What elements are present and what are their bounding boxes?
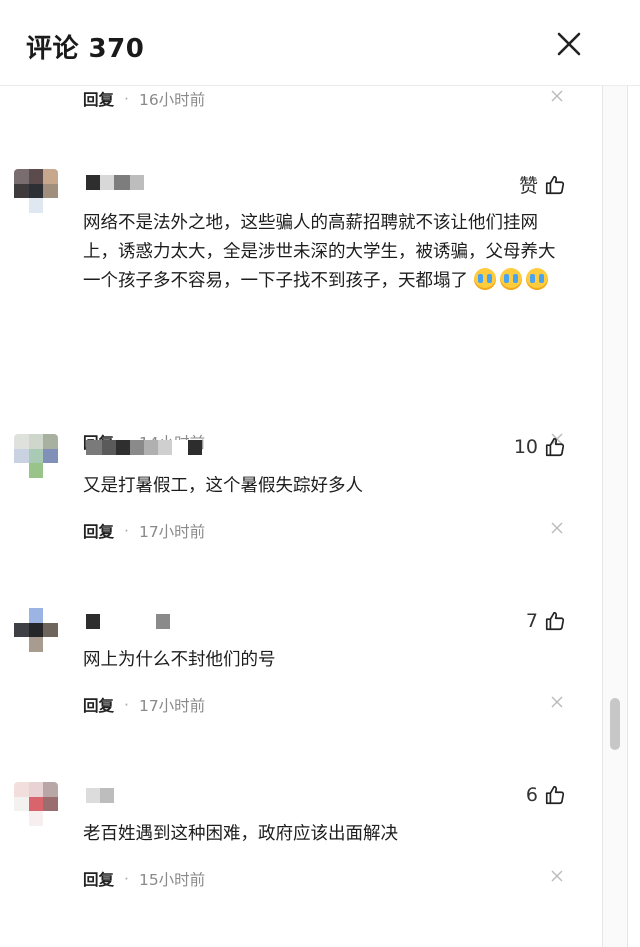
thumbs-up-icon bbox=[545, 175, 565, 194]
scrollbar-thumb[interactable] bbox=[610, 698, 620, 750]
like-button[interactable]: 赞 bbox=[519, 171, 566, 198]
crying-face-icon bbox=[473, 268, 496, 290]
comment-meta: 回复 · 15小时前 bbox=[83, 868, 563, 890]
username[interactable] bbox=[86, 614, 170, 629]
comment-time: 17小时前 bbox=[138, 697, 206, 715]
comments-title: 评论 370 bbox=[26, 34, 145, 64]
thumbs-up-icon bbox=[545, 437, 565, 457]
reply-button[interactable]: 回复 bbox=[83, 868, 114, 890]
dismiss-icon[interactable] bbox=[551, 696, 563, 708]
comment-meta: 回复 · 16小时前 bbox=[83, 88, 563, 110]
username[interactable] bbox=[86, 788, 114, 803]
separator-dot: · bbox=[124, 696, 129, 714]
close-icon[interactable] bbox=[552, 27, 586, 61]
like-button[interactable]: 10 bbox=[514, 436, 566, 458]
comment-text: 网上为什么不封他们的号 bbox=[83, 650, 276, 670]
like-button[interactable]: 7 bbox=[526, 610, 566, 632]
like-count: 7 bbox=[525, 610, 538, 632]
scrollbar[interactable] bbox=[602, 86, 628, 947]
avatar[interactable] bbox=[14, 169, 58, 213]
reply-button[interactable]: 回复 bbox=[83, 694, 114, 716]
username[interactable] bbox=[86, 440, 202, 455]
comments-header: 评论 370 bbox=[0, 0, 640, 86]
reply-button[interactable]: 回复 bbox=[83, 520, 114, 542]
separator-dot: · bbox=[124, 522, 129, 540]
comment-time: 15小时前 bbox=[138, 871, 206, 889]
like-count: 10 bbox=[513, 436, 538, 458]
like-count: 6 bbox=[525, 784, 538, 806]
avatar[interactable] bbox=[14, 434, 58, 478]
like-button[interactable]: 6 bbox=[526, 784, 566, 806]
separator-dot: · bbox=[124, 90, 129, 108]
comment-meta: 回复 · 17小时前 bbox=[83, 520, 563, 542]
like-count: 赞 bbox=[518, 175, 538, 197]
comment-meta: 回复 · 17小时前 bbox=[83, 694, 563, 716]
dismiss-icon[interactable] bbox=[551, 870, 563, 882]
thumbs-up-icon bbox=[545, 785, 565, 805]
comment-time: 17小时前 bbox=[138, 523, 206, 541]
reply-button[interactable]: 回复 bbox=[83, 88, 114, 110]
dismiss-icon[interactable] bbox=[551, 522, 563, 534]
crying-face-icon bbox=[525, 268, 548, 290]
comment-text: 又是打暑假工，这个暑假失踪好多人 bbox=[83, 476, 363, 496]
crying-face-icon bbox=[499, 268, 522, 290]
separator-dot: · bbox=[124, 870, 129, 888]
avatar[interactable] bbox=[14, 782, 58, 826]
comment-list[interactable]: 回复 · 16小时前 赞 网络不是法外之地，这些骗人的高薪招聘就不该让他们挂网上… bbox=[0, 86, 602, 947]
username[interactable] bbox=[86, 175, 144, 190]
comment-text: 老百姓遇到这种困难，政府应该出面解决 bbox=[83, 824, 398, 844]
comment-text: 网络不是法外之地，这些骗人的高薪招聘就不该让他们挂网上，诱惑力太大，全是涉世未深… bbox=[83, 213, 556, 291]
thumbs-up-icon bbox=[545, 611, 565, 631]
dismiss-icon[interactable] bbox=[551, 90, 563, 102]
avatar[interactable] bbox=[14, 608, 58, 652]
comment-time: 16小时前 bbox=[138, 91, 206, 109]
